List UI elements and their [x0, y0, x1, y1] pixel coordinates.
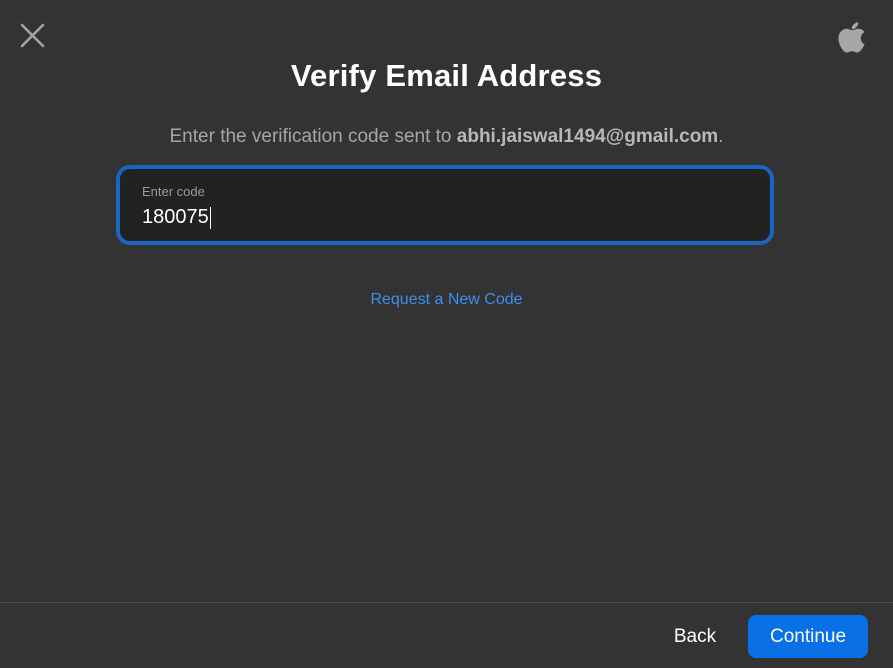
page-title: Verify Email Address	[290, 58, 603, 93]
code-field-value[interactable]: 180075	[142, 206, 209, 229]
verify-email-dialog: Verify Email Address Enter the verificat…	[0, 0, 893, 668]
code-field-label: Enter code	[142, 184, 205, 199]
text-caret	[209, 206, 211, 229]
footer-divider	[0, 602, 893, 603]
close-icon	[20, 23, 45, 48]
apple-logo-icon	[837, 20, 867, 54]
continue-button[interactable]: Continue	[748, 615, 868, 658]
code-field-value-wrap[interactable]: 180075	[142, 206, 211, 229]
email-address: abhi.jaiswal1494@gmail.com	[456, 126, 719, 147]
close-button[interactable]	[18, 20, 48, 50]
instruction-suffix: .	[718, 126, 724, 147]
request-new-code-link[interactable]: Request a New Code	[0, 291, 893, 309]
instruction-prefix: Enter the verification code sent to	[169, 126, 457, 147]
back-button[interactable]: Back	[655, 616, 735, 658]
verification-code-input[interactable]: Enter code 180075	[116, 165, 774, 245]
instruction-text: Enter the verification code sent to abhi…	[0, 126, 893, 148]
